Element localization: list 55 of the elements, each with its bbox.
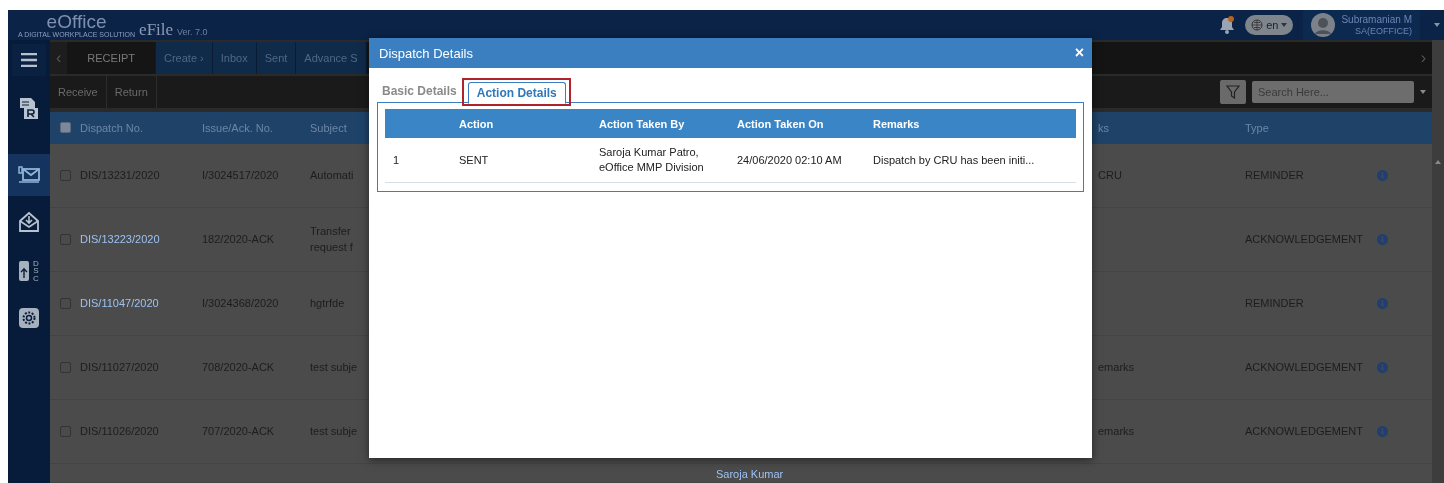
table-cell: Saroja Kumar Patro, eOffice MMP Division xyxy=(599,145,704,175)
select-all-checkbox[interactable] xyxy=(59,122,71,133)
table-cell: SENT xyxy=(459,152,489,168)
version-label: Ver. 7.0 xyxy=(177,27,208,38)
action-button[interactable]: Receive xyxy=(50,75,107,108)
column-header: Issue/Ack. No. xyxy=(202,121,273,134)
column-header: Action Taken By xyxy=(599,117,685,130)
globe-icon xyxy=(1251,19,1264,31)
column-header: ks xyxy=(1098,121,1109,134)
user-name[interactable]: Subramanian M xyxy=(1341,14,1412,26)
language-button[interactable]: en xyxy=(1245,15,1294,35)
menu-button[interactable] xyxy=(12,44,46,76)
row-checkbox[interactable] xyxy=(59,361,71,373)
sidebar-item[interactable] xyxy=(8,154,50,196)
row-checkbox[interactable] xyxy=(59,169,71,181)
product-name: eFile xyxy=(139,21,174,38)
settings-icon xyxy=(19,308,39,328)
document-icon xyxy=(19,97,39,119)
logo-text: eOffice xyxy=(46,12,107,31)
column-header: Dispatch No. xyxy=(80,121,143,134)
close-button[interactable]: × xyxy=(1074,45,1084,61)
tab[interactable]: Action Details xyxy=(467,82,566,104)
funnel-icon xyxy=(1226,84,1240,99)
nav-link[interactable]: Create › xyxy=(156,42,213,74)
user-role: SA(EOFFICE) xyxy=(1355,25,1412,36)
usb-token-icon xyxy=(18,260,30,282)
envelope-icon xyxy=(18,166,40,184)
table-cell: 1 xyxy=(393,152,400,168)
sidebar-item[interactable]: DSC xyxy=(8,248,50,294)
table-cell: Dispatch by CRU has been initi... xyxy=(873,152,1035,168)
column-header: Type xyxy=(1245,121,1269,134)
column-header: Action Taken On xyxy=(737,117,824,130)
menu-icon xyxy=(21,53,37,67)
table-cell-text: Saroja Kumar xyxy=(716,466,784,482)
dispatch-link[interactable]: DIS/11047/2020 xyxy=(80,294,159,312)
scrollbar[interactable] xyxy=(1432,40,1444,483)
nav-link[interactable]: Inbox xyxy=(212,42,257,74)
avatar-icon[interactable] xyxy=(1311,13,1336,37)
nav-link[interactable]: Sent xyxy=(256,42,297,74)
column-header: Action xyxy=(459,117,494,130)
filter-button[interactable] xyxy=(1220,79,1246,104)
action-button[interactable]: Return xyxy=(106,75,157,108)
dispatch-link[interactable]: DIS/13223/2020 xyxy=(80,230,160,248)
row-checkbox[interactable] xyxy=(59,425,71,437)
caret-icon xyxy=(1281,23,1288,27)
dialog-title: Dispatch Details xyxy=(379,45,473,61)
nav-link[interactable]: Advance S xyxy=(296,42,367,74)
scroll-up-icon[interactable] xyxy=(1435,160,1441,164)
row-checkbox[interactable] xyxy=(59,297,71,309)
column-header: Subject xyxy=(310,121,347,134)
column-header: Remarks xyxy=(873,117,920,130)
envelope-icon xyxy=(18,211,40,233)
row-checkbox[interactable] xyxy=(59,233,71,245)
bell-icon[interactable] xyxy=(1219,16,1236,34)
table-cell: 24/06/2020 02:10 AM xyxy=(737,152,842,168)
